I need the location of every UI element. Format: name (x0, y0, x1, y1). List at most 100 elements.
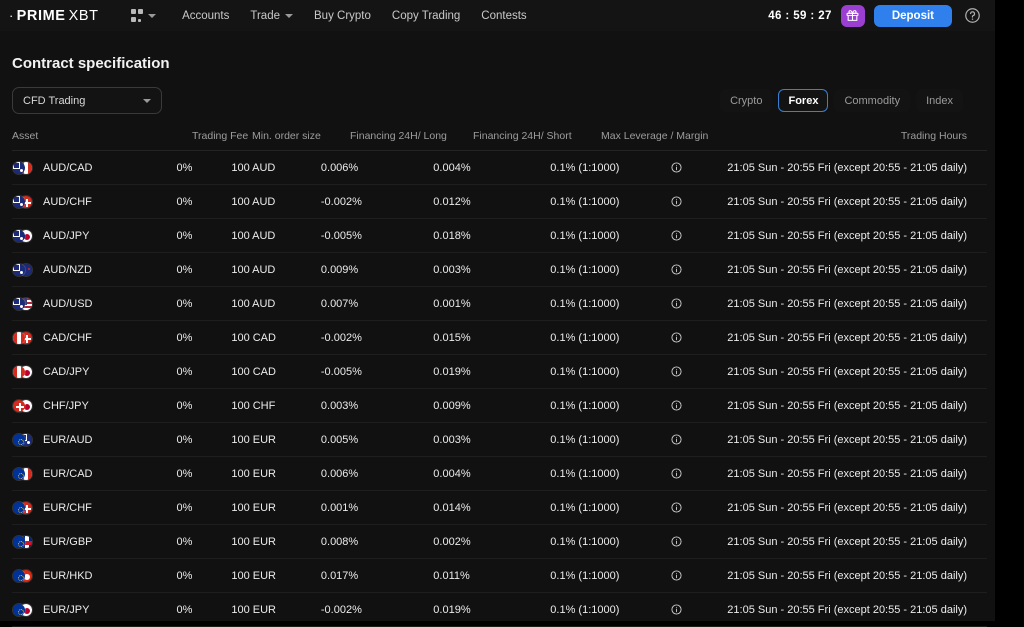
cell-trading-fee: 0% (176, 195, 193, 208)
cell-financing-long: 0.007% (320, 297, 359, 310)
base-currency-flag-icon (12, 296, 26, 311)
cell-min-order-size: 100 EUR (231, 603, 276, 616)
cell-trading-fee: 0% (176, 433, 193, 446)
currency-pair-flags-icon (12, 296, 34, 311)
page-scrollbar-gutter[interactable] (995, 0, 1024, 590)
nav-item-copy-trading[interactable]: Copy Trading (392, 10, 460, 22)
table-row[interactable]: AUD/USD 0% 100 AUD 0.007% 0.001% 0.1% (1:1000… (12, 287, 987, 321)
cell-max-leverage: 0.1% (1:1000) (550, 331, 620, 344)
cell-trading-hours: 21:05 Sun - 20:55 Fri (except 20:55 - 21… (727, 603, 967, 616)
cell-asset: AUD/CHF (12, 194, 177, 209)
info-circle-icon (671, 264, 682, 275)
cell-trading-hours: 21:05 Sun - 20:55 Fri (except 20:55 - 21… (727, 331, 967, 344)
deposit-button[interactable]: Deposit (873, 4, 952, 27)
table-row[interactable]: EUR/CHF 0% 100 EUR 0.001% 0.014% 0.1% (1:1000… (12, 491, 987, 525)
asset-name: EUR/GBP (43, 535, 93, 548)
nav-item-buy-crypto[interactable]: Buy Crypto (314, 10, 371, 22)
asset-name: CAD/JPY (43, 365, 90, 378)
base-currency-flag-icon (12, 466, 26, 481)
chevron-down-icon (148, 13, 157, 18)
cell-leverage-info[interactable] (653, 502, 728, 513)
cell-trading-fee: 0% (176, 297, 193, 310)
cell-trading-hours: 21:05 Sun - 20:55 Fri (except 20:55 - 21… (727, 161, 967, 174)
nav-item-accounts[interactable]: Accounts (182, 10, 229, 22)
nav-item-contests[interactable]: Contests (481, 10, 526, 22)
cell-financing-short: 0.011% (433, 569, 470, 582)
nav-item-trade[interactable]: Trade (250, 10, 293, 22)
cell-asset: EUR/CHF (12, 500, 177, 515)
cell-max-leverage: 0.1% (1:1000) (550, 603, 620, 616)
cell-min-order-size: 100 EUR (231, 501, 276, 514)
cell-leverage-info[interactable] (653, 332, 728, 343)
table-row[interactable]: EUR/JPY 0% 100 EUR -0.002% 0.019% 0.1% (1:100… (12, 593, 987, 627)
info-circle-icon (671, 332, 682, 343)
info-circle-icon (671, 230, 682, 241)
cell-max-leverage: 0.1% (1:1000) (550, 297, 620, 310)
cell-max-leverage: 0.1% (1:1000) (550, 501, 620, 514)
asset-name: AUD/JPY (43, 229, 90, 242)
base-currency-flag-icon (12, 398, 26, 413)
table-row[interactable]: EUR/GBP 0% 100 EUR 0.008% 0.002% 0.1% (1:1000… (12, 525, 987, 559)
cell-financing-short: 0.019% (433, 365, 471, 378)
primexbt-logo[interactable]: · PRIME XBT (9, 8, 99, 24)
cell-leverage-info[interactable] (653, 162, 728, 173)
cell-max-leverage: 0.1% (1:1000) (550, 433, 620, 446)
col-header-min-order-size: Min. order size (252, 130, 321, 142)
table-row[interactable]: CAD/JPY 0% 100 CAD -0.005% 0.019% 0.1% (1:100… (12, 355, 987, 389)
cell-leverage-info[interactable] (653, 468, 728, 479)
cell-financing-long: 0.006% (320, 161, 359, 174)
table-row[interactable]: AUD/CAD 0% 100 AUD 0.006% 0.004% 0.1% (1:1000… (12, 151, 987, 185)
base-currency-flag-icon (12, 602, 26, 617)
table-row[interactable]: AUD/NZD 0% 100 AUD 0.009% 0.003% 0.1% (1:1000… (12, 253, 987, 287)
cell-trading-fee: 0% (176, 569, 193, 582)
cell-financing-long: 0.017% (320, 569, 359, 582)
help-button[interactable] (961, 5, 983, 27)
table-row[interactable]: EUR/HKD 0% 100 EUR 0.017% 0.011% 0.1% (1:1000… (12, 559, 987, 593)
tab-crypto[interactable]: Crypto (720, 89, 773, 112)
cell-financing-long: 0.001% (320, 501, 359, 514)
asset-name: AUD/CHF (43, 195, 92, 208)
contract-spec-table: Asset Trading Fee Min. order size Financ… (0, 130, 995, 627)
nav-label: Buy Crypto (314, 9, 371, 22)
nav-label: Trade (250, 9, 280, 22)
table-row[interactable]: AUD/JPY 0% 100 AUD -0.005% 0.018% 0.1% (1:100… (12, 219, 987, 253)
cell-leverage-info[interactable] (653, 230, 728, 241)
currency-pair-flags-icon (12, 466, 34, 481)
cell-trading-fee: 0% (176, 399, 193, 412)
cell-trading-fee: 0% (176, 331, 193, 344)
cell-leverage-info[interactable] (653, 196, 728, 207)
base-currency-flag-icon (12, 330, 26, 345)
cell-leverage-info[interactable] (653, 570, 728, 581)
base-currency-flag-icon (12, 364, 26, 379)
col-header-trading-fee: Trading Fee (192, 130, 249, 142)
cell-leverage-info[interactable] (653, 400, 728, 411)
asset-name: AUD/CAD (43, 161, 93, 174)
cell-financing-long: 0.003% (320, 399, 359, 412)
tab-index[interactable]: Index (916, 89, 963, 112)
cell-leverage-info[interactable] (653, 264, 728, 275)
info-circle-icon (671, 366, 682, 377)
info-circle-icon (671, 434, 682, 445)
tab-commodity[interactable]: Commodity (834, 89, 911, 112)
cell-leverage-info[interactable] (653, 604, 728, 615)
apps-menu-button[interactable] (130, 9, 157, 22)
col-header-trading-hours: Trading Hours (900, 130, 967, 142)
cell-leverage-info[interactable] (653, 434, 728, 445)
info-circle-icon (671, 502, 682, 513)
info-circle-icon (671, 298, 682, 309)
asset-name: EUR/HKD (43, 569, 93, 582)
cell-leverage-info[interactable] (653, 366, 728, 377)
table-row[interactable]: CAD/CHF 0% 100 CAD -0.002% 0.015% 0.1% (1:100… (12, 321, 987, 355)
table-row[interactable]: EUR/AUD 0% 100 EUR 0.005% 0.003% 0.1% (1:1000… (12, 423, 987, 457)
table-row[interactable]: AUD/CHF 0% 100 AUD -0.002% 0.012% 0.1% (1:100… (12, 185, 987, 219)
table-row[interactable]: CHF/JPY 0% 100 CHF 0.003% 0.009% 0.1% (1:1000… (12, 389, 987, 423)
logo-xbt-text: XBT (68, 7, 99, 24)
table-body: AUD/CAD 0% 100 AUD 0.006% 0.004% 0.1% (1:1000… (12, 151, 987, 627)
cell-leverage-info[interactable] (653, 298, 728, 309)
cell-financing-long: -0.002% (320, 195, 362, 208)
account-type-select[interactable]: CFD Trading (12, 87, 162, 114)
tab-forex[interactable]: Forex (778, 89, 829, 112)
table-row[interactable]: EUR/CAD 0% 100 EUR 0.006% 0.004% 0.1% (1:1000… (12, 457, 987, 491)
cell-leverage-info[interactable] (653, 536, 728, 547)
rewards-gift-button[interactable] (840, 4, 865, 27)
